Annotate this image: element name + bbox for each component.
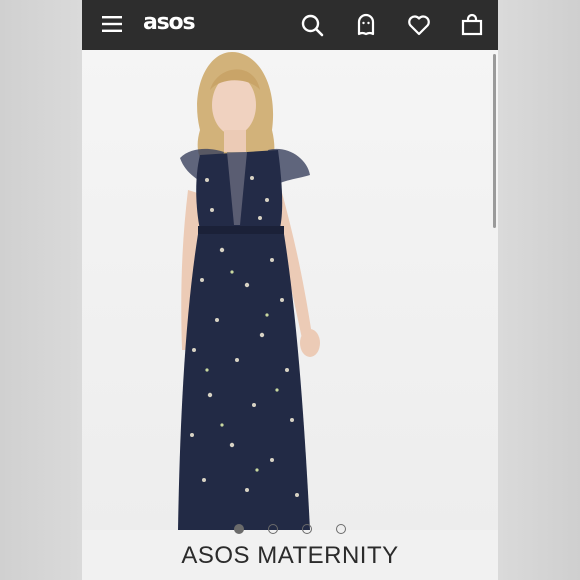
scrollbar[interactable] — [493, 54, 496, 228]
product-image[interactable] — [82, 50, 498, 530]
carousel-dot[interactable] — [302, 524, 312, 534]
heart-icon[interactable] — [407, 13, 431, 37]
account-icon[interactable] — [355, 13, 377, 37]
asos-logo[interactable]: asos — [143, 9, 196, 37]
header-bar: asos — [82, 0, 498, 50]
search-icon[interactable] — [300, 13, 324, 37]
menu-icon[interactable] — [101, 14, 123, 34]
model-in-dress-image — [178, 52, 320, 530]
carousel-dot[interactable] — [234, 524, 244, 534]
carousel-dot[interactable] — [336, 524, 346, 534]
product-brand: ASOS MATERNITY — [181, 542, 399, 569]
right-backdrop — [498, 0, 580, 580]
phone-screen: asos ASOS MATERNITY — [82, 0, 498, 580]
carousel-dot[interactable] — [268, 524, 278, 534]
bag-icon[interactable] — [460, 13, 484, 37]
left-backdrop — [0, 0, 82, 580]
carousel-indicators — [82, 523, 498, 537]
